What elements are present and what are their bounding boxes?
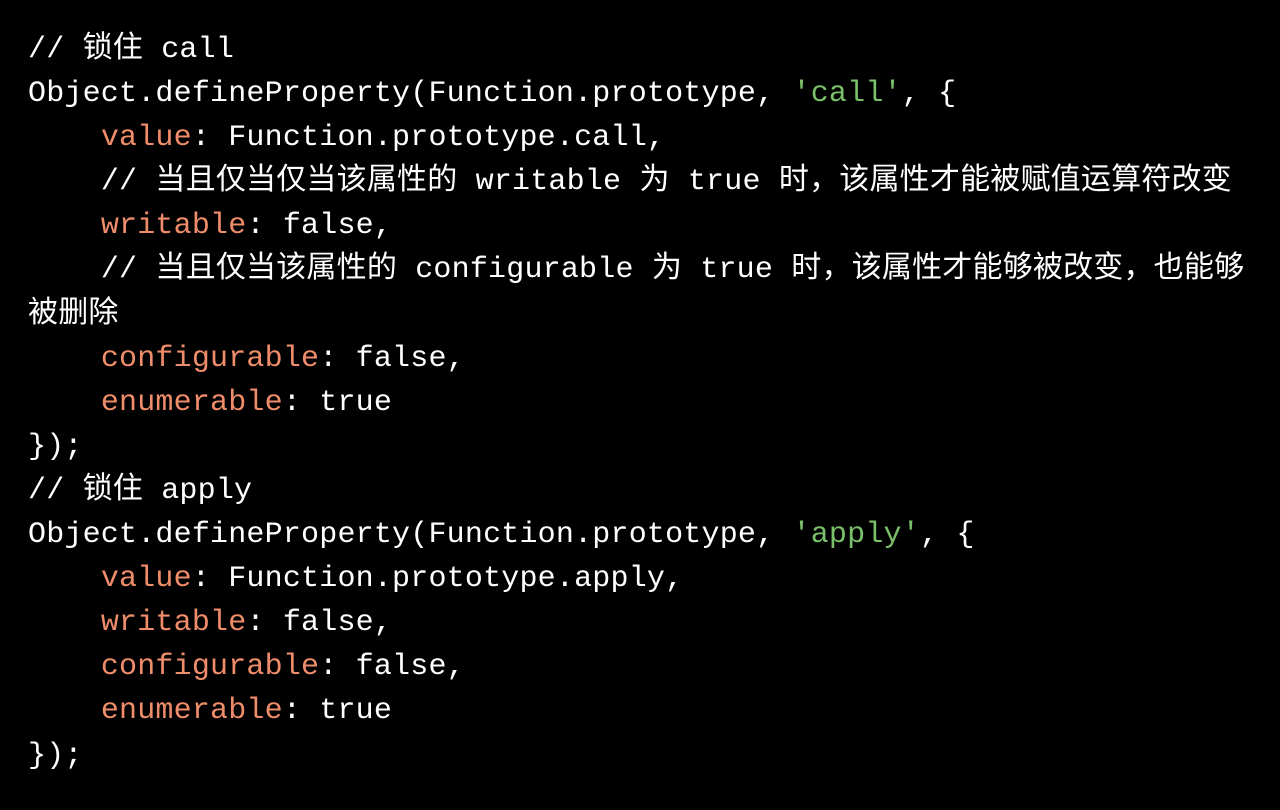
code-token: // 当且仅当该属性的 configurable 为 true 时，该属性才能够… [28,253,1244,331]
code-token: 'apply' [793,518,920,552]
code-line: Object.defineProperty(Function.prototype… [28,518,975,552]
code-line: // 锁住 call [28,33,234,67]
code-token: enumerable [101,386,283,420]
code-token: : false, [246,209,392,243]
code-token: : true [283,386,392,420]
code-token: value [101,562,192,596]
code-line: writable: false, [28,209,392,243]
code-token: writable [101,209,247,243]
code-line: }); [28,430,83,464]
code-line: enumerable: true [28,694,392,728]
code-token: : false, [319,650,465,684]
code-line: // 锁住 apply [28,474,252,508]
code-line: value: Function.prototype.apply, [28,562,683,596]
code-token: : false, [246,606,392,640]
code-line: value: Function.prototype.call, [28,121,665,155]
indent [28,253,101,287]
code-token: : Function.prototype.apply, [192,562,683,596]
indent [28,209,101,243]
code-token: : Function.prototype.call, [192,121,665,155]
code-token: }); [28,739,83,773]
code-token: : false, [319,342,465,376]
indent [28,165,101,199]
indent [28,562,101,596]
code-token: , { [902,77,957,111]
code-line: configurable: false, [28,650,465,684]
code-line: }); [28,739,83,773]
code-token: Object.defineProperty(Function.prototype… [28,518,793,552]
code-token: enumerable [101,694,283,728]
code-line: enumerable: true [28,386,392,420]
code-line: Object.defineProperty(Function.prototype… [28,77,956,111]
code-token: writable [101,606,247,640]
code-line: // 当且仅当仅当该属性的 writable 为 true 时，该属性才能被赋值… [28,165,1232,199]
code-token: configurable [101,342,319,376]
code-token: // 锁住 call [28,33,234,67]
code-token: : true [283,694,392,728]
indent [28,694,101,728]
code-token: value [101,121,192,155]
code-block: // 锁住 call Object.defineProperty(Functio… [0,0,1280,806]
code-line: writable: false, [28,606,392,640]
code-line: configurable: false, [28,342,465,376]
code-token: Object.defineProperty(Function.prototype… [28,77,793,111]
code-token: // 锁住 apply [28,474,252,508]
code-token: configurable [101,650,319,684]
indent [28,650,101,684]
indent [28,386,101,420]
code-line: // 当且仅当该属性的 configurable 为 true 时，该属性才能够… [28,253,1244,331]
code-token: }); [28,430,83,464]
code-token: , { [920,518,975,552]
code-token: // 当且仅当仅当该属性的 writable 为 true 时，该属性才能被赋值… [101,165,1232,199]
indent [28,121,101,155]
code-token: 'call' [793,77,902,111]
indent [28,342,101,376]
indent [28,606,101,640]
